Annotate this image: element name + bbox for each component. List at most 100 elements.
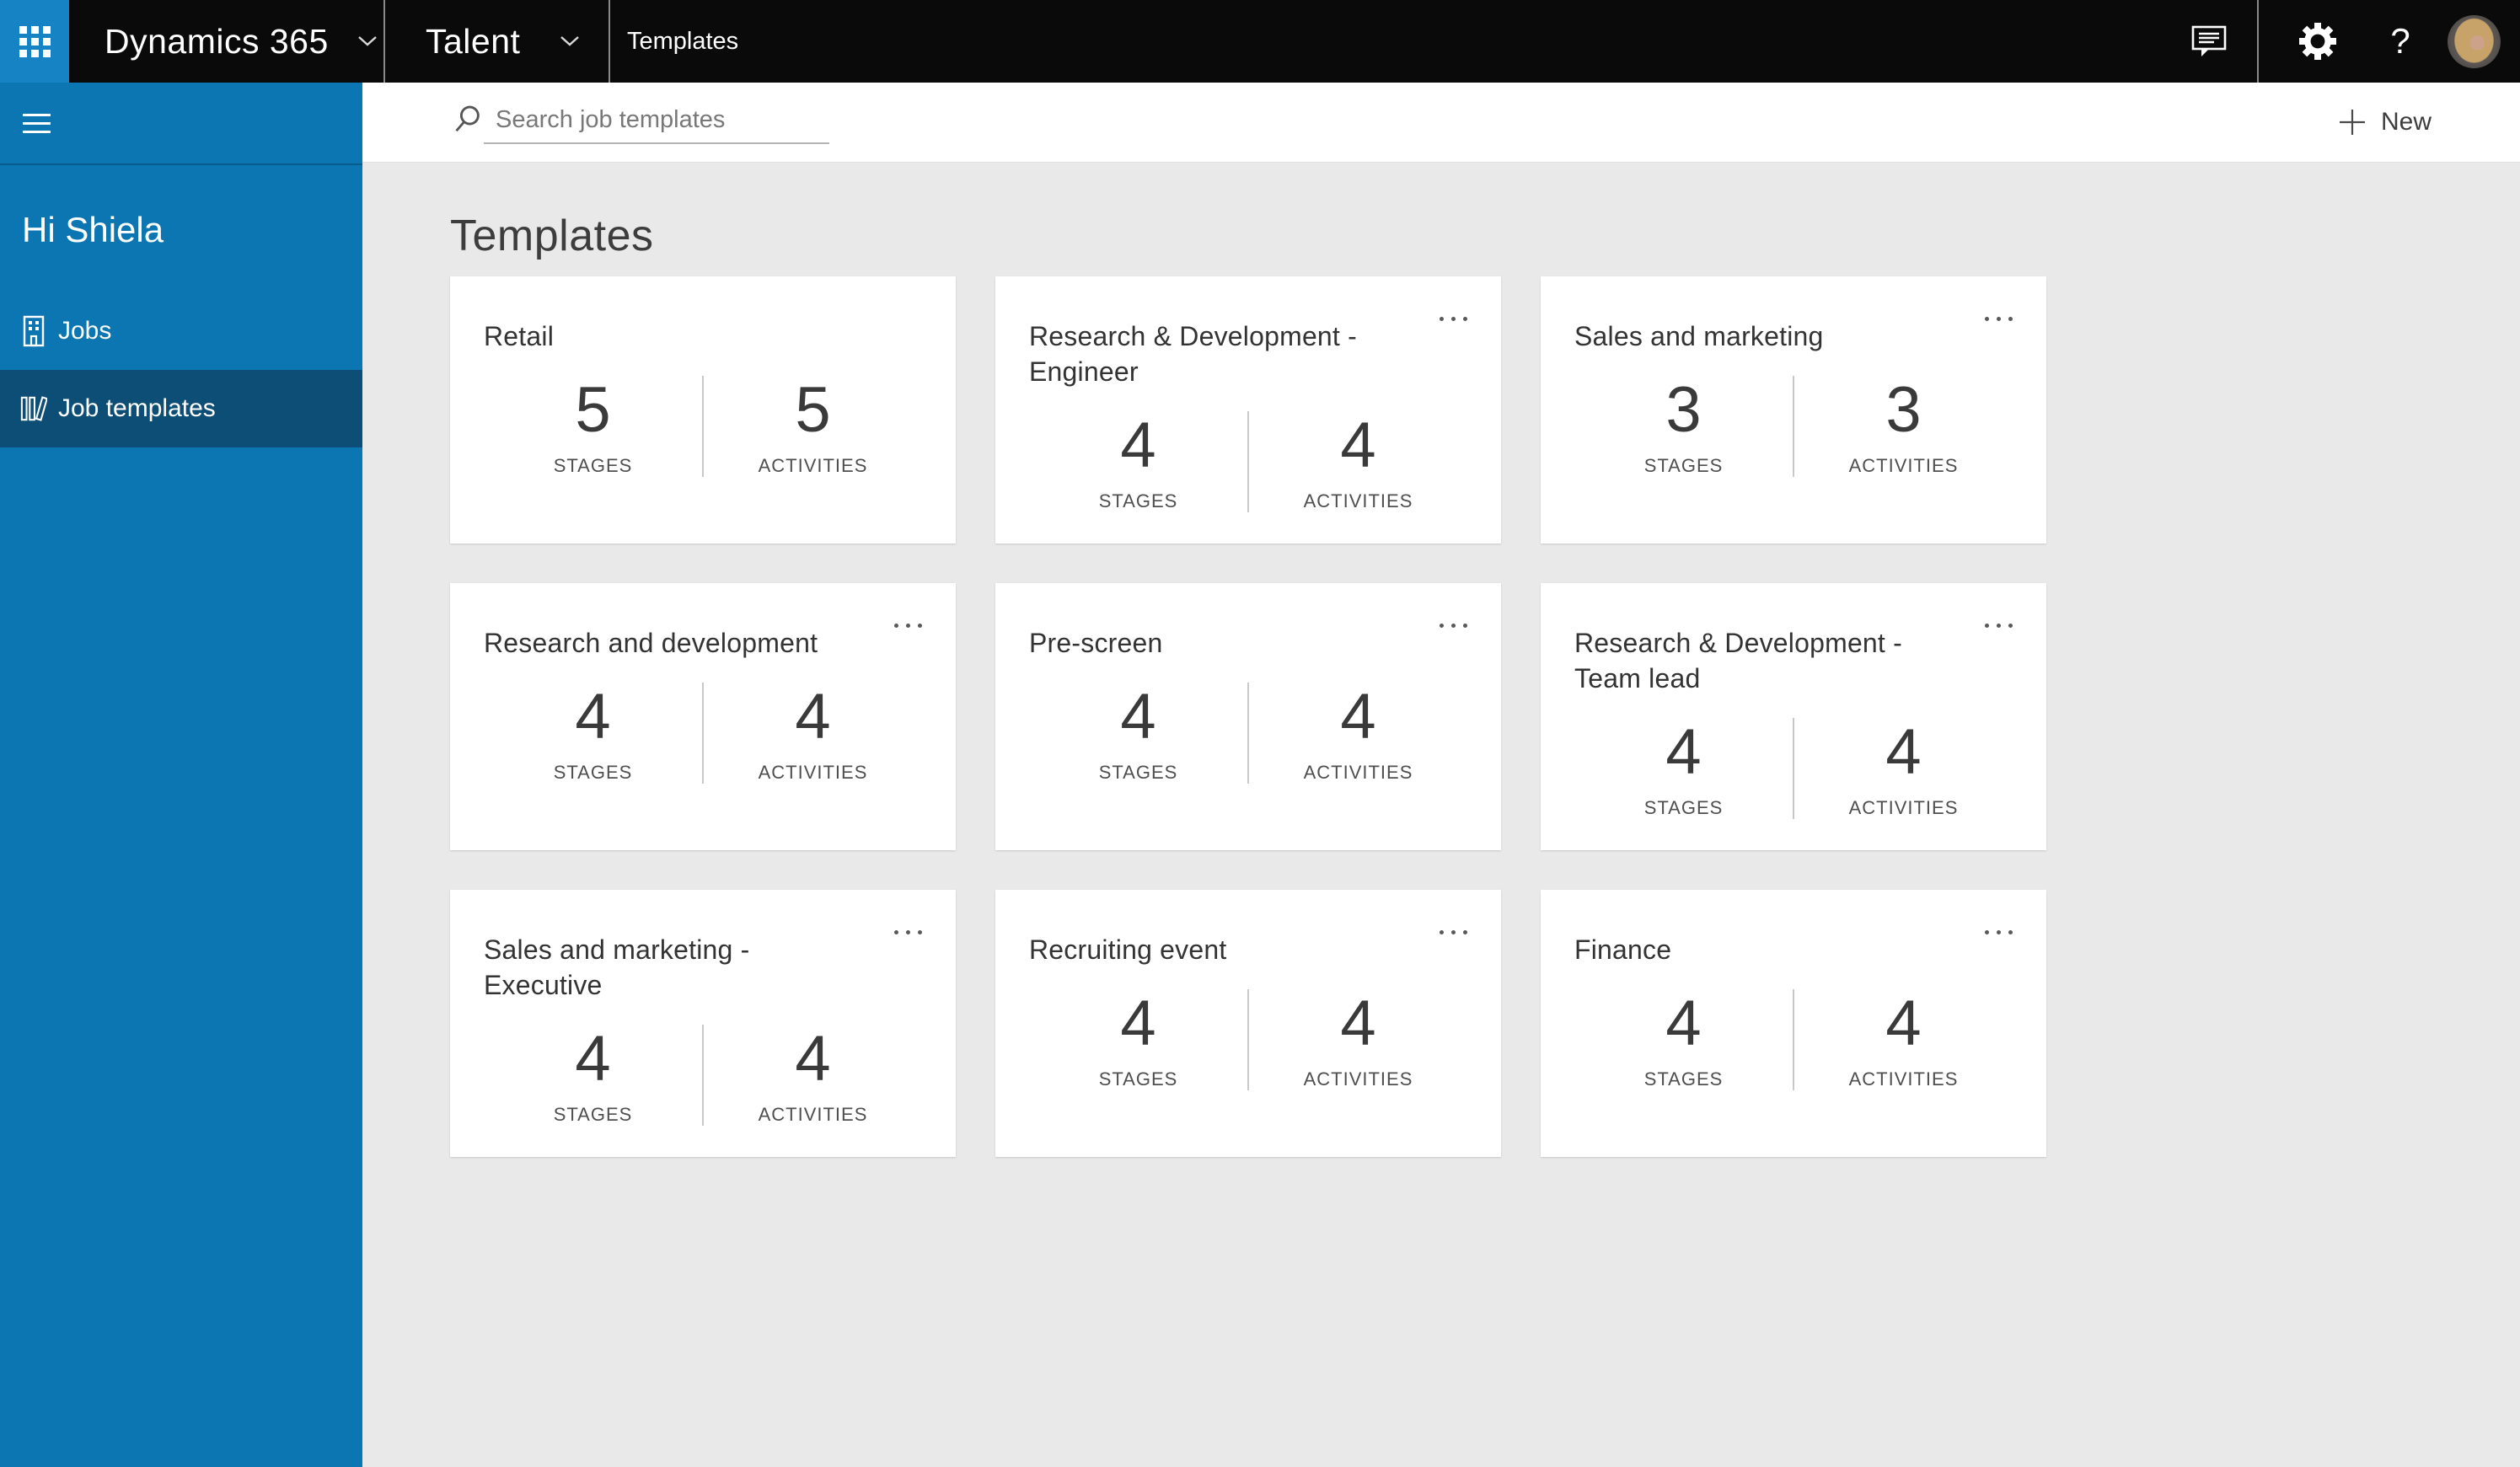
stages-count: 4 — [1665, 716, 1702, 788]
stages-label: STAGES — [1643, 455, 1724, 476]
app-switcher-dynamics365[interactable]: Dynamics 365 — [69, 0, 383, 83]
sidebar-item-label: Jobs — [58, 317, 112, 345]
help-button[interactable]: ? — [2377, 0, 2424, 83]
templates-grid: Retail 5 STAGES 5 ACTIVITIES Research & De… — [450, 276, 2046, 1157]
stages-label: STAGES — [1643, 1068, 1724, 1090]
more-options-icon[interactable] — [1438, 618, 1469, 633]
main-content: Templates Retail 5 STAGES 5 ACTIVITIES Res… — [362, 163, 2520, 1467]
card-stats: 4 STAGES 4 ACTIVITIES — [1029, 683, 1467, 790]
search-field — [452, 100, 829, 144]
help-icon: ? — [2390, 21, 2410, 61]
stages-count: 4 — [1665, 988, 1702, 1059]
topbar-divider — [2257, 0, 2259, 83]
card-title: Sales and marketing - Executive — [484, 934, 750, 1000]
new-template-button[interactable]: New — [2338, 108, 2432, 137]
stages-count: 5 — [575, 374, 611, 446]
template-card-research-development[interactable]: Research and development 4 STAGES 4 ACTIVI… — [450, 583, 956, 850]
card-stats: 5 STAGES 5 ACTIVITIES — [484, 376, 922, 484]
card-stats: 4 STAGES 4 ACTIVITIES — [484, 683, 922, 790]
building-icon — [20, 314, 47, 348]
card-title: Sales and marketing — [1574, 321, 1824, 351]
page-toolbar: New — [362, 83, 2520, 163]
plus-icon — [2339, 110, 2365, 135]
template-card-rd-engineer[interactable]: Research & Development - Engineer 4 STAGE… — [995, 276, 1501, 543]
stages-label: STAGES — [1643, 797, 1724, 818]
activities-label: ACTIVITIES — [1303, 762, 1413, 783]
card-title: Recruiting event — [1029, 934, 1227, 965]
activities-label: ACTIVITIES — [758, 762, 868, 783]
activities-count: 4 — [1340, 410, 1376, 481]
card-stats: 4 STAGES 4 ACTIVITIES — [1029, 989, 1467, 1097]
stages-count: 4 — [575, 681, 611, 752]
feedback-icon — [2191, 25, 2227, 56]
card-stats: 3 STAGES 3 ACTIVITIES — [1574, 376, 2013, 484]
template-card-retail[interactable]: Retail 5 STAGES 5 ACTIVITIES — [450, 276, 956, 543]
page-title: Templates — [450, 211, 654, 260]
user-avatar[interactable] — [2448, 14, 2501, 68]
template-card-rd-team-lead[interactable]: Research & Development - Team lead 4 STAG… — [1541, 583, 2046, 850]
stages-label: STAGES — [1098, 1068, 1178, 1090]
activities-count: 3 — [1885, 374, 1922, 446]
template-card-sales-marketing[interactable]: Sales and marketing 3 STAGES 3 ACTIVITIES — [1541, 276, 2046, 543]
card-title: Retail — [484, 321, 555, 351]
activities-count: 4 — [1885, 716, 1922, 788]
card-stats: 4 STAGES 4 ACTIVITIES — [1029, 411, 1467, 519]
stages-label: STAGES — [553, 455, 633, 476]
more-options-icon[interactable] — [1983, 312, 2014, 326]
stages-count: 4 — [575, 1023, 611, 1095]
sidebar-top-zone — [0, 83, 362, 165]
feedback-button[interactable] — [2180, 0, 2239, 83]
activities-label: ACTIVITIES — [1848, 797, 1959, 818]
app-name-label: Dynamics 365 — [105, 21, 329, 61]
module-switcher-talent[interactable]: Talent — [385, 0, 609, 83]
card-stats: 4 STAGES 4 ACTIVITIES — [1574, 718, 2013, 826]
more-options-icon[interactable] — [1438, 312, 1469, 326]
topbar-actions: ? — [2180, 0, 2520, 83]
stages-count: 4 — [1120, 988, 1156, 1059]
template-card-recruiting-event[interactable]: Recruiting event 4 STAGES 4 ACTIVITIES — [995, 890, 1501, 1157]
settings-button[interactable] — [2287, 0, 2348, 83]
activities-count: 4 — [795, 681, 831, 752]
stages-count: 4 — [1120, 681, 1156, 752]
activities-label: ACTIVITIES — [1303, 490, 1413, 511]
template-card-sales-marketing-executive[interactable]: Sales and marketing - Executive 4 STAGES … — [450, 890, 956, 1157]
top-navigation-bar: Dynamics 365 Talent Templates ? — [0, 0, 2520, 83]
activities-label: ACTIVITIES — [758, 455, 868, 476]
waffle-menu-button[interactable] — [0, 0, 69, 83]
card-title: Finance — [1574, 934, 1672, 965]
activities-count: 4 — [795, 1023, 831, 1095]
more-options-icon[interactable] — [1983, 618, 2014, 633]
more-options-icon[interactable] — [1983, 925, 2014, 940]
books-icon — [20, 394, 47, 424]
card-stats: 4 STAGES 4 ACTIVITIES — [484, 1025, 922, 1132]
more-options-icon[interactable] — [1438, 925, 1469, 940]
more-options-icon[interactable] — [893, 618, 924, 633]
chevron-down-icon — [560, 35, 580, 47]
module-name-label: Talent — [426, 21, 521, 61]
card-title: Research & Development - Team lead — [1574, 628, 1902, 693]
stages-label: STAGES — [553, 1104, 633, 1125]
search-input[interactable] — [484, 100, 829, 144]
stages-label: STAGES — [553, 762, 633, 783]
sidebar-item-label: Job templates — [58, 394, 216, 422]
chevron-down-icon — [357, 35, 378, 47]
activities-count: 4 — [1340, 988, 1376, 1059]
card-title: Pre-screen — [1029, 628, 1163, 658]
sidebar-item-job-templates[interactable]: Job templates — [0, 370, 362, 447]
sidebar-nav: Jobs Job templates — [0, 292, 362, 447]
activities-label: ACTIVITIES — [758, 1104, 868, 1125]
card-title: Research and development — [484, 628, 818, 658]
settings-gear-icon — [2299, 23, 2336, 60]
template-card-pre-screen[interactable]: Pre-screen 4 STAGES 4 ACTIVITIES — [995, 583, 1501, 850]
user-greeting: Hi Shiela — [22, 210, 164, 249]
breadcrumb: Templates — [610, 0, 738, 83]
sidebar-item-jobs[interactable]: Jobs — [0, 292, 362, 370]
template-card-finance[interactable]: Finance 4 STAGES 4 ACTIVITIES — [1541, 890, 2046, 1157]
activities-label: ACTIVITIES — [1303, 1068, 1413, 1090]
left-sidebar: Hi Shiela Jobs Job templates — [0, 83, 362, 1467]
more-options-icon[interactable] — [893, 925, 924, 940]
stages-count: 4 — [1120, 410, 1156, 481]
hamburger-menu-button[interactable] — [19, 109, 54, 138]
stages-label: STAGES — [1098, 762, 1178, 783]
waffle-icon — [19, 25, 51, 57]
